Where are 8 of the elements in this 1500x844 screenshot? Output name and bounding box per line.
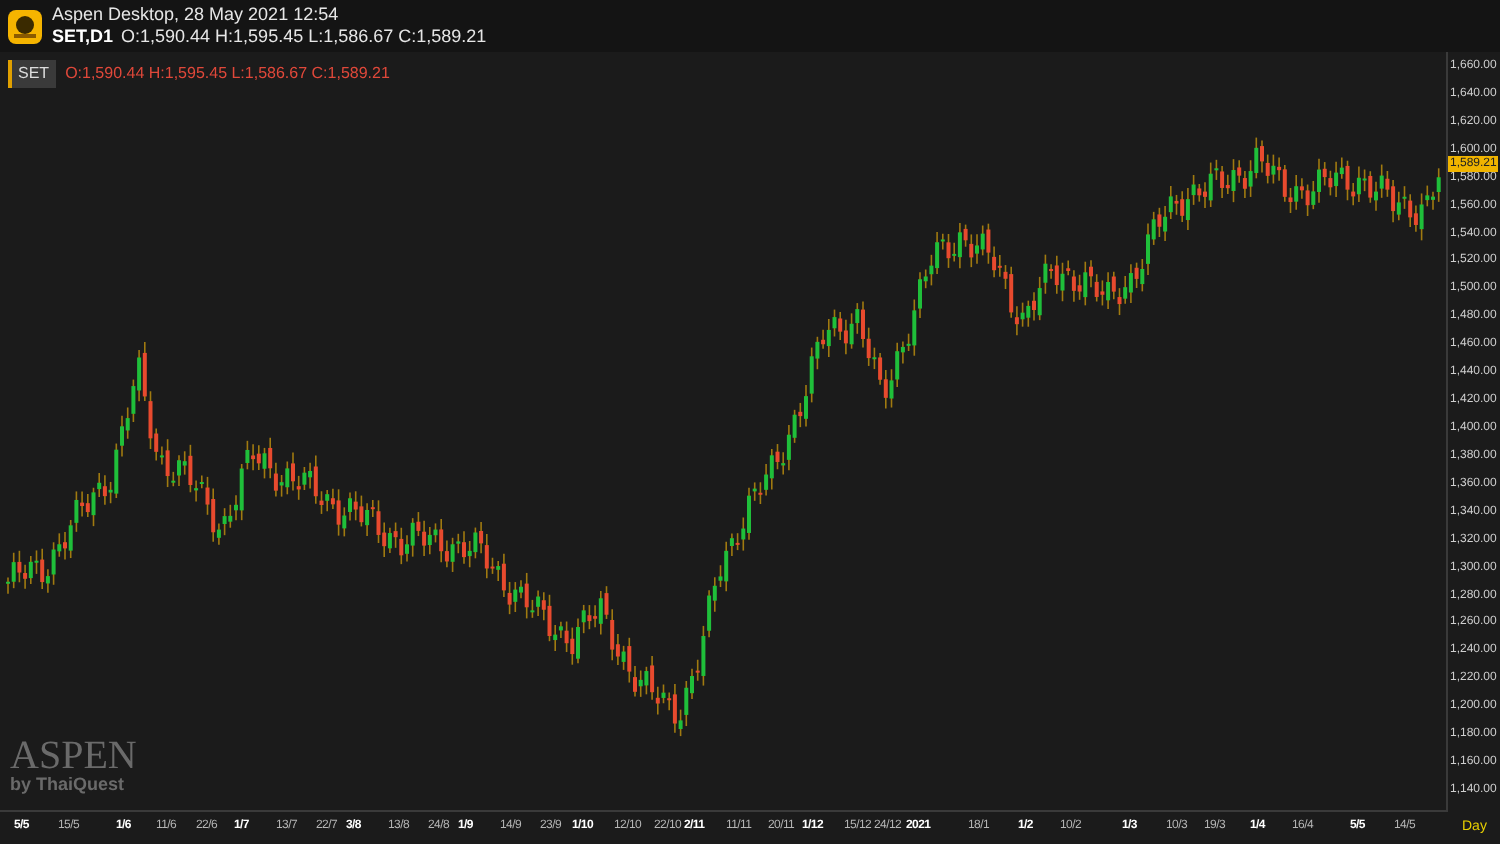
window-title: Aspen Desktop, 28 May 2021 12:54 <box>52 4 341 26</box>
symbol-label: SET,D1 <box>52 26 114 48</box>
app-logo-icon <box>8 9 42 43</box>
ohlc-text: O:1,590.44 H:1,595.45 L:1,586.67 C:1,589.21 <box>121 26 487 48</box>
watermark-logo: ASPEN <box>10 736 137 776</box>
symbol-tag: SET <box>8 60 56 88</box>
legend-ohlc-text: O:1,590.44 H:1,595.45 L:1,586.67 C:1,589.21 <box>65 62 390 86</box>
watermark-byline: by ThaiQuest <box>10 776 127 794</box>
